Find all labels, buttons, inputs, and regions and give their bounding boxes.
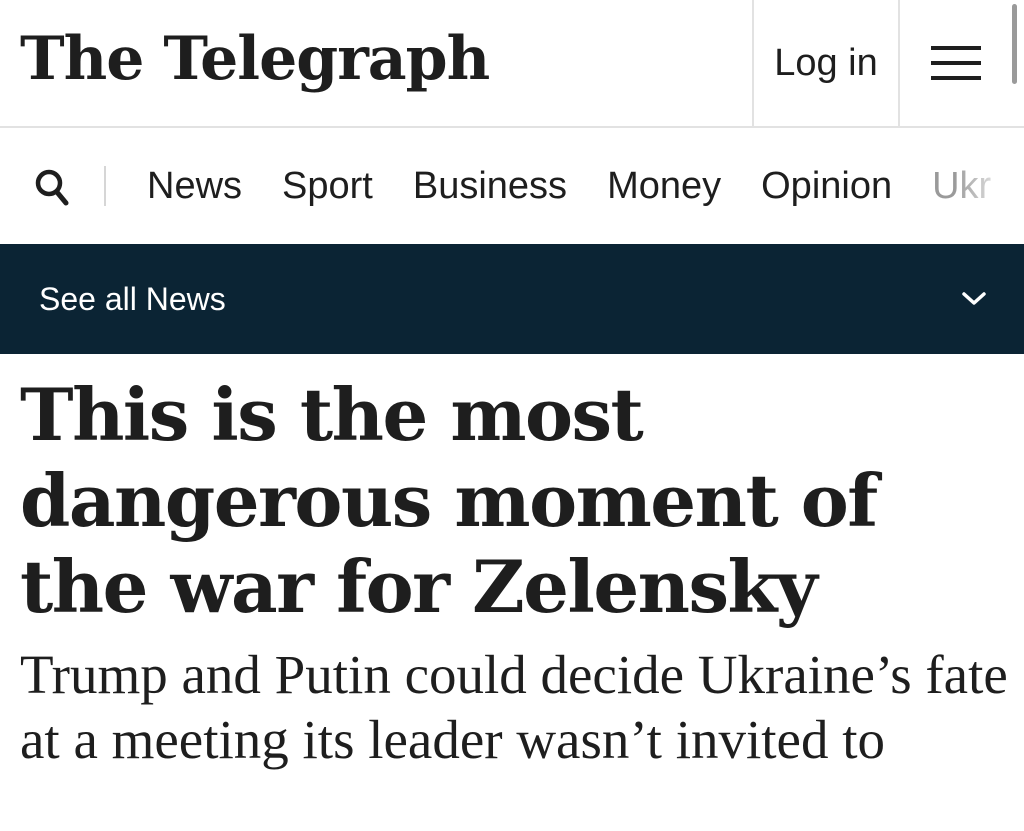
hamburger-menu-icon xyxy=(931,46,981,80)
scrollbar[interactable] xyxy=(1012,4,1017,84)
nav-divider xyxy=(104,166,106,206)
see-all-news-bar[interactable]: See all News xyxy=(0,244,1024,354)
nav-link-news[interactable]: News xyxy=(147,165,242,208)
see-all-news-label: See all News xyxy=(39,280,226,317)
nav-overflow-fade xyxy=(954,128,1024,244)
search-icon xyxy=(35,169,69,206)
article-standfirst: Trump and Putin could decide Ukraine’s f… xyxy=(20,644,1008,770)
chevron-down-icon xyxy=(962,292,986,305)
search-button[interactable] xyxy=(28,164,76,212)
nav-link-sport[interactable]: Sport xyxy=(282,165,373,208)
nav-links: News Sport Business Money Opinion Ukr xyxy=(147,128,991,244)
nav-link-business[interactable]: Business xyxy=(413,165,567,208)
telegraph-logo[interactable]: The Telegraph xyxy=(20,14,490,104)
menu-button[interactable] xyxy=(900,0,1012,126)
login-button[interactable]: Log in xyxy=(752,0,900,126)
section-nav: News Sport Business Money Opinion Ukr xyxy=(0,128,1024,244)
masthead: The Telegraph Log in xyxy=(0,0,1024,128)
nav-link-opinion[interactable]: Opinion xyxy=(761,165,892,208)
nav-link-money[interactable]: Money xyxy=(607,165,721,208)
article-headline: This is the most dangerous moment of the… xyxy=(20,372,878,629)
